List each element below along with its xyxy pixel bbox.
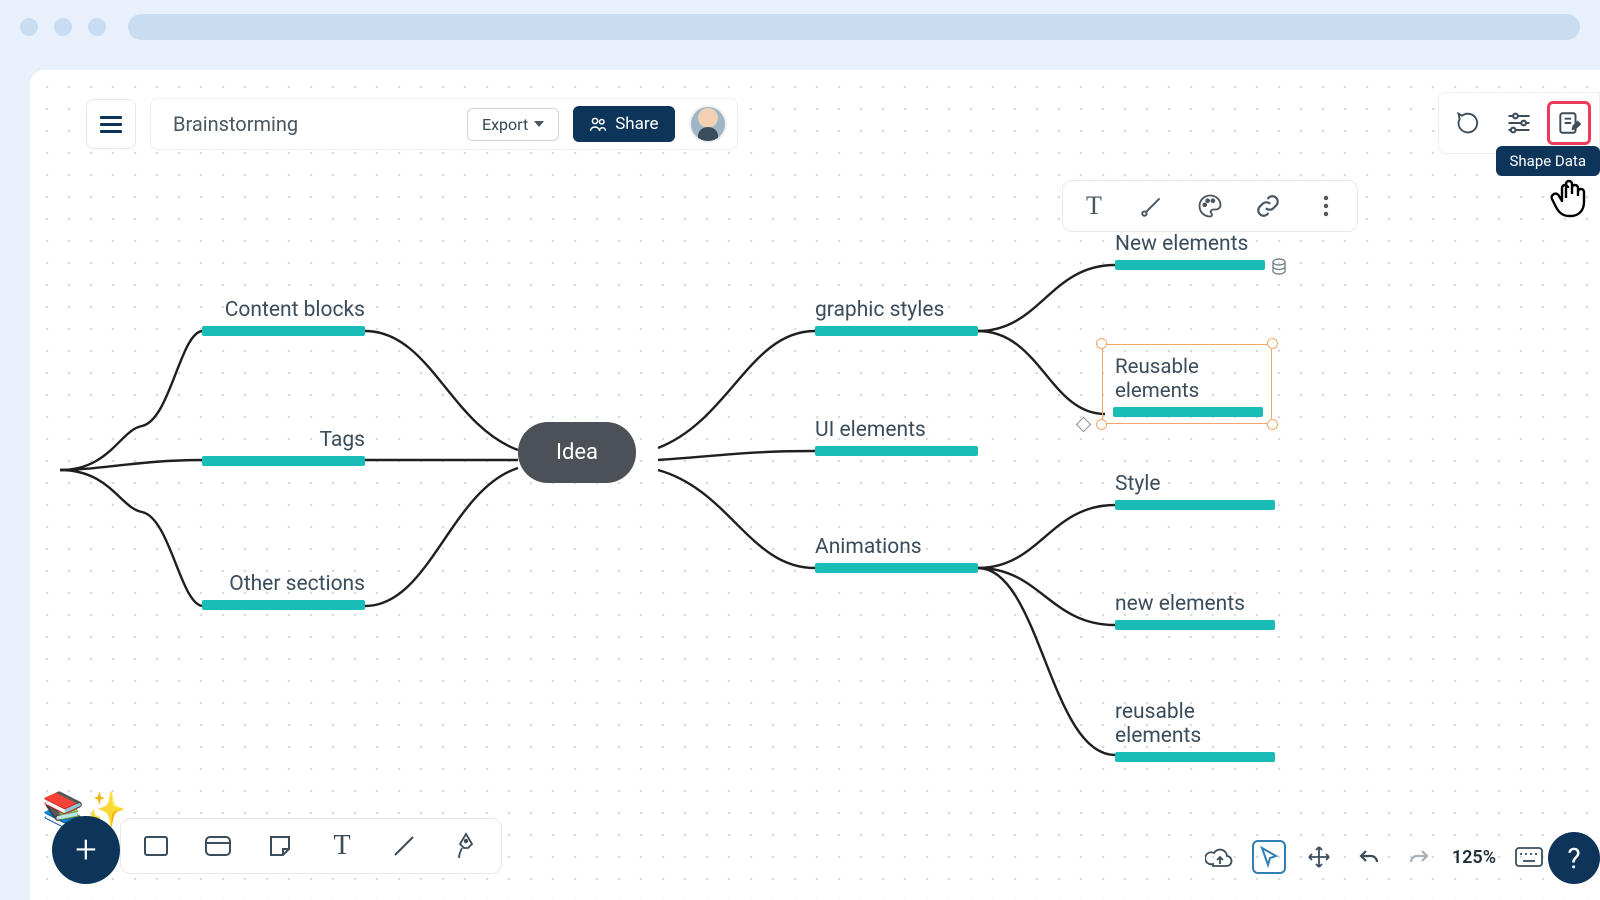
node-underline	[1115, 500, 1275, 510]
node-style[interactable]: Style	[1115, 472, 1275, 510]
cloud-sync-button[interactable]	[1202, 840, 1236, 874]
move-icon	[1307, 845, 1331, 869]
address-bar[interactable]	[128, 14, 1580, 40]
plus-icon: +	[75, 831, 96, 869]
node-label: Reusable elements	[1115, 355, 1259, 403]
node-underline	[1115, 752, 1275, 762]
node-ui-elements[interactable]: UI elements	[815, 418, 978, 456]
node-tags[interactable]: Tags	[202, 428, 365, 466]
connector-lines	[30, 70, 1600, 900]
app-window: Brainstorming Export Share	[30, 70, 1600, 900]
node-underline	[202, 600, 365, 610]
node-label: reusable elements	[1115, 700, 1275, 748]
bottom-right-toolbar: 125%	[1202, 840, 1546, 874]
selection-handle[interactable]	[1096, 419, 1107, 430]
line-shape-button[interactable]	[387, 829, 421, 863]
node-label: Content blocks	[202, 298, 365, 322]
diag-line-icon	[391, 833, 417, 859]
node-content-blocks[interactable]: Content blocks	[202, 298, 365, 336]
text-shape-button[interactable]: T	[325, 829, 359, 863]
mindmap-canvas[interactable]: Idea Content blocks Tags Other sections …	[30, 70, 1600, 900]
node-label: Other sections	[202, 572, 365, 596]
node-underline	[815, 326, 978, 336]
node-label: Tags	[202, 428, 365, 452]
undo-button[interactable]	[1352, 840, 1386, 874]
node-reusable-elements-selected[interactable]: Reusable elements	[1102, 344, 1272, 424]
node-new-elements-2[interactable]: new elements	[1115, 592, 1275, 630]
center-label: Idea	[556, 440, 598, 465]
win-dot-3	[88, 18, 106, 36]
win-dot-2	[54, 18, 72, 36]
window-controls	[20, 18, 106, 36]
sticky-note-icon	[267, 833, 293, 859]
card-icon	[204, 835, 232, 857]
undo-icon	[1357, 847, 1381, 867]
node-underline	[1113, 407, 1263, 417]
mindmap-center-node[interactable]: Idea	[518, 422, 636, 483]
card-shape-button[interactable]	[201, 829, 235, 863]
node-new-elements-1[interactable]: New elements	[1115, 232, 1265, 270]
node-underline	[202, 456, 365, 466]
zoom-level[interactable]: 125%	[1452, 847, 1496, 868]
node-label: Animations	[815, 535, 978, 559]
shapes-toolbar: T	[120, 818, 502, 874]
node-underline	[202, 326, 365, 336]
node-label: graphic styles	[815, 298, 978, 322]
rectangle-shape-button[interactable]	[139, 829, 173, 863]
win-dot-1	[20, 18, 38, 36]
selection-handle[interactable]	[1267, 338, 1278, 349]
node-label: New elements	[1115, 232, 1265, 256]
pen-shape-button[interactable]	[449, 829, 483, 863]
sticky-note-button[interactable]	[263, 829, 297, 863]
redo-button[interactable]	[1402, 840, 1436, 874]
selection-handle[interactable]	[1096, 338, 1107, 349]
pointer-mode-button[interactable]	[1252, 840, 1286, 874]
pan-mode-button[interactable]	[1302, 840, 1336, 874]
node-reusable-elements-2[interactable]: reusable elements	[1115, 700, 1275, 762]
help-button[interactable]: ?	[1548, 832, 1600, 884]
node-other-sections[interactable]: Other sections	[202, 572, 365, 610]
node-underline	[815, 446, 978, 456]
selection-handle[interactable]	[1267, 419, 1278, 430]
rectangle-icon	[143, 834, 169, 858]
node-underline	[815, 563, 978, 573]
browser-chrome	[0, 0, 1600, 54]
text-icon: T	[333, 830, 350, 862]
node-animations[interactable]: Animations	[815, 535, 978, 573]
node-underline	[1115, 620, 1275, 630]
node-label: new elements	[1115, 592, 1275, 616]
pen-icon	[453, 832, 479, 860]
redo-icon	[1407, 847, 1431, 867]
keyboard-button[interactable]	[1512, 840, 1546, 874]
pointer-icon	[1258, 845, 1280, 869]
node-label: UI elements	[815, 418, 978, 442]
node-graphic-styles[interactable]: graphic styles	[815, 298, 978, 336]
add-fab-button[interactable]: +	[52, 816, 120, 884]
question-icon: ?	[1567, 842, 1580, 875]
data-attached-icon	[1271, 258, 1287, 280]
keyboard-icon	[1514, 846, 1544, 868]
node-label: Style	[1115, 472, 1275, 496]
node-underline	[1115, 260, 1265, 270]
cloud-icon	[1205, 846, 1233, 868]
